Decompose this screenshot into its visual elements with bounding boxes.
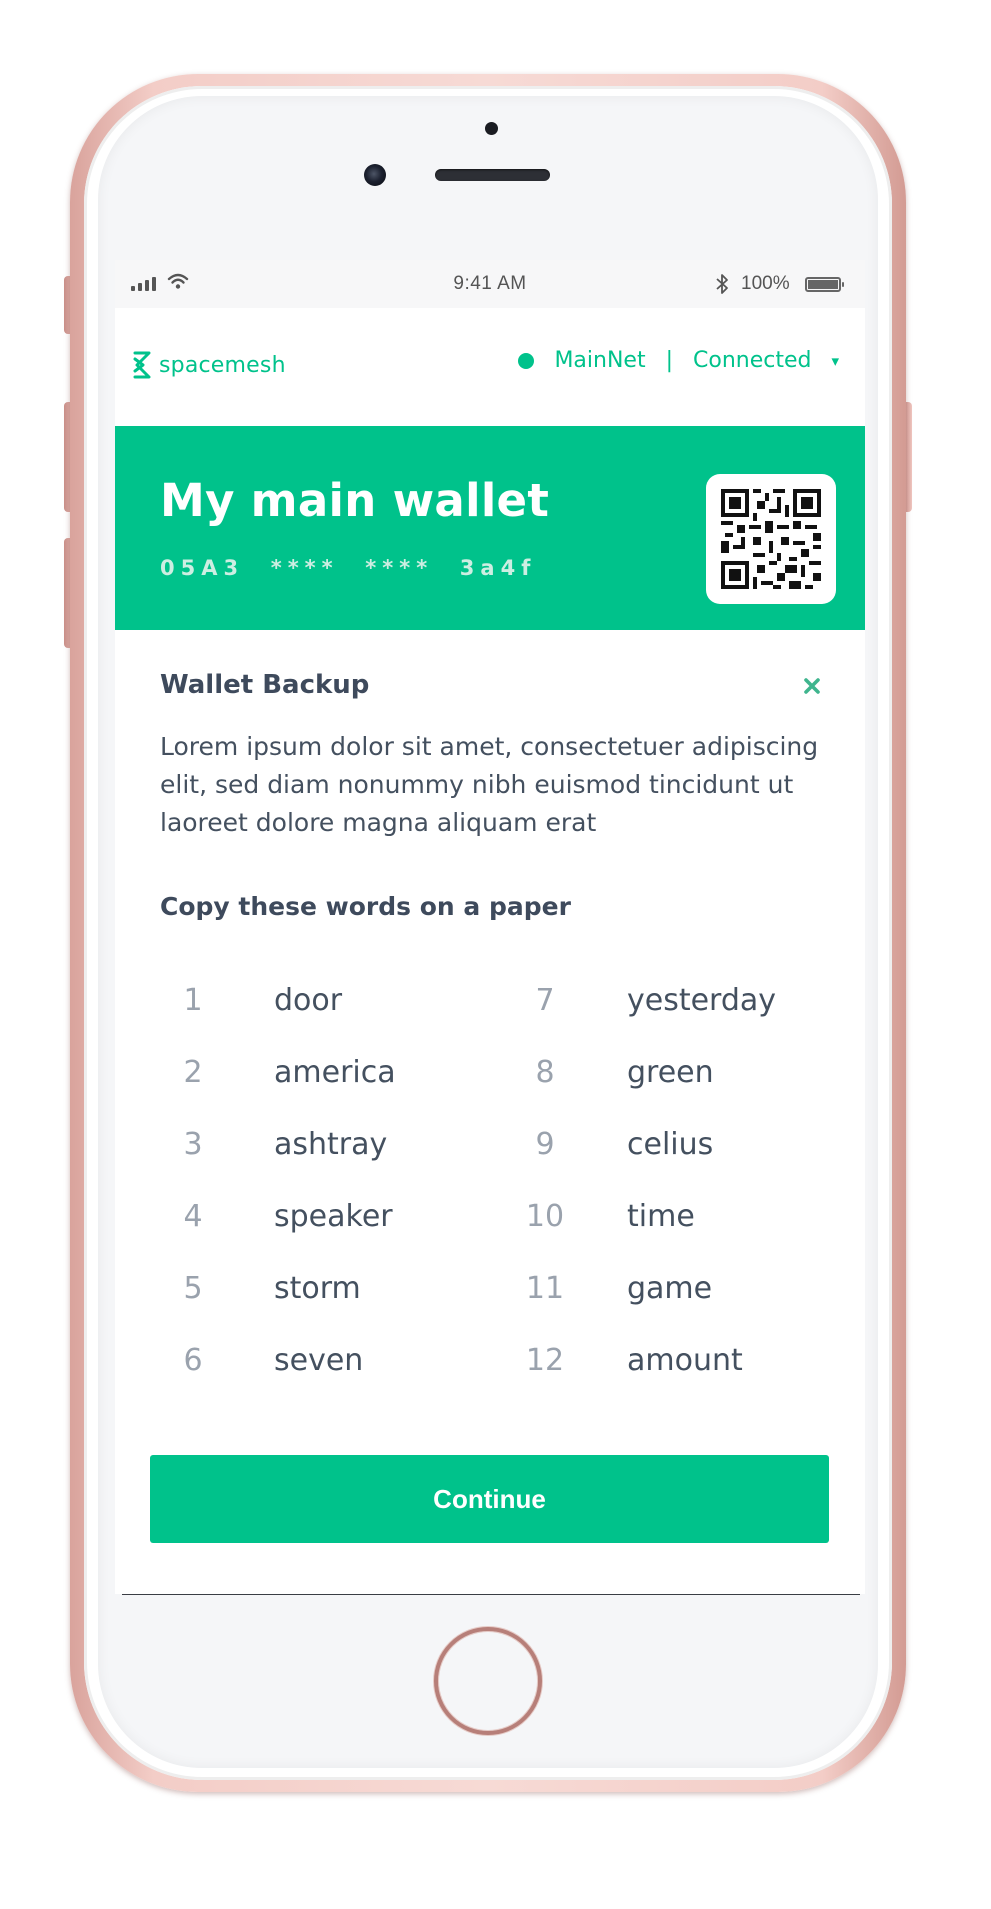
word-number: 12 (525, 1342, 565, 1378)
app-header: spacemesh MainNet | Connected ▾ (115, 308, 865, 426)
word-text: ashtray (274, 1126, 388, 1162)
list-item: 5 storm (115, 1268, 490, 1308)
list-item: 12 amount (490, 1340, 865, 1380)
word-text: green (627, 1054, 714, 1090)
word-text: storm (274, 1270, 361, 1306)
list-item: 2 america (115, 1052, 490, 1092)
list-item: 3 ashtray (115, 1124, 490, 1164)
word-number: 5 (183, 1270, 203, 1306)
copy-words-title: Copy these words on a paper (160, 892, 571, 921)
list-item: 4 speaker (115, 1196, 490, 1236)
earpiece-speaker (435, 169, 550, 181)
bluetooth-icon (716, 274, 728, 294)
home-button[interactable] (434, 1627, 542, 1735)
word-text: amount (627, 1342, 743, 1378)
battery-percentage: 100% (741, 273, 790, 294)
recovery-words-list: 1 door 2 america 3 ashtray 4 speaker 5 s… (115, 962, 865, 1394)
word-number: 11 (525, 1270, 565, 1306)
brand-name: spacemesh (159, 352, 286, 378)
word-number: 7 (535, 982, 555, 1018)
chevron-down-icon[interactable]: ▾ (831, 352, 839, 370)
word-text: speaker (274, 1198, 393, 1234)
qr-code-button[interactable] (706, 474, 836, 604)
close-button[interactable] (799, 673, 825, 699)
network-selector[interactable]: MainNet | Connected ▾ (518, 348, 839, 373)
word-text: seven (274, 1342, 364, 1378)
word-text: door (274, 982, 343, 1018)
network-separator: | (665, 348, 673, 373)
word-text: game (627, 1270, 713, 1306)
screen-edge (122, 1594, 860, 1595)
connection-status: Connected (693, 348, 812, 373)
wallet-title: My main wallet (160, 474, 550, 527)
word-number: 1 (183, 982, 203, 1018)
word-number: 6 (183, 1342, 203, 1378)
list-item: 6 seven (115, 1340, 490, 1380)
list-item: 8 green (490, 1052, 865, 1092)
word-number: 8 (535, 1054, 555, 1090)
word-number: 10 (525, 1198, 565, 1234)
continue-button[interactable]: Continue (150, 1455, 829, 1543)
close-icon (804, 678, 820, 694)
spacemesh-logo-icon (133, 351, 151, 379)
word-number: 9 (535, 1126, 555, 1162)
word-text: america (274, 1054, 396, 1090)
word-number: 3 (183, 1126, 203, 1162)
word-text: time (627, 1198, 695, 1234)
list-item: 10 time (490, 1196, 865, 1236)
front-camera (364, 164, 386, 186)
list-item: 11 game (490, 1268, 865, 1308)
word-text: yesterday (627, 982, 777, 1018)
proximity-sensor (485, 122, 498, 135)
word-text: celius (627, 1126, 714, 1162)
word-number: 4 (183, 1198, 203, 1234)
backup-description: Lorem ipsum dolor sit amet, consectetuer… (160, 732, 819, 837)
connection-status-dot-icon (518, 352, 535, 369)
status-bar: 9:41 AM 100% (115, 260, 865, 308)
network-name: MainNet (554, 348, 646, 373)
app-screen: 9:41 AM 100% spacemesh MainNet | Connect… (115, 260, 865, 1594)
list-item: 7 yesterday (490, 980, 865, 1020)
wallet-banner: My main wallet 05A3 **** **** 3a4f (115, 426, 865, 630)
list-item: 9 celius (490, 1124, 865, 1164)
qr-code-icon (721, 489, 821, 589)
list-item: 1 door (115, 980, 490, 1020)
wallet-address: 05A3 **** **** 3a4f (160, 556, 537, 580)
word-number: 2 (183, 1054, 203, 1090)
battery-icon (805, 277, 844, 292)
backup-title: Wallet Backup (160, 670, 370, 700)
brand-logo[interactable]: spacemesh (131, 350, 286, 380)
